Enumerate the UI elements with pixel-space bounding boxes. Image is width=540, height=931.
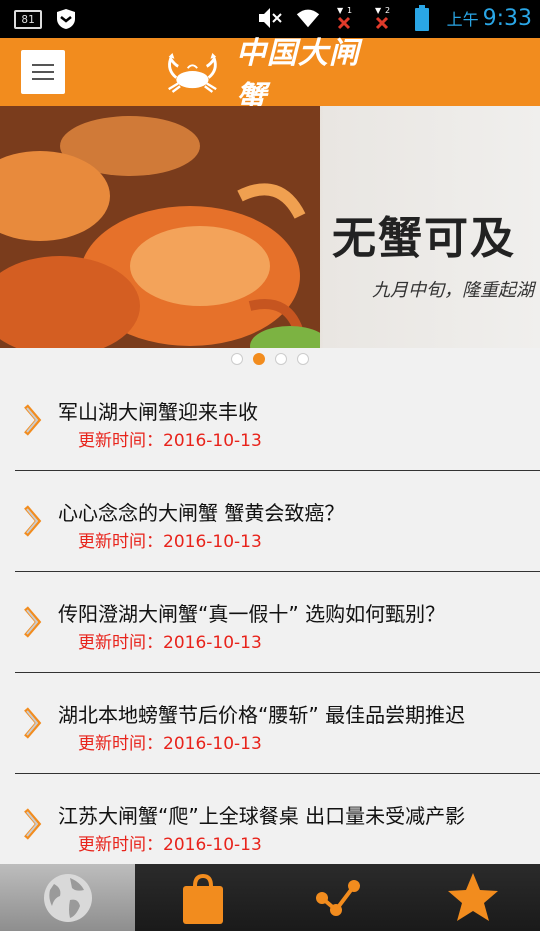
banner-pager — [0, 348, 540, 370]
svg-text:2: 2 — [385, 6, 390, 15]
app-logo: 中国大闸蟹 — [163, 36, 383, 115]
news-date: 更新时间：2016-10-13 — [78, 835, 262, 855]
hamburger-menu-line — [32, 78, 54, 80]
chevron-right-icon — [24, 404, 42, 436]
news-date: 更新时间：2016-10-13 — [78, 431, 262, 451]
news-list: 军山湖大闸蟹迎来丰收 更新时间：2016-10-13 心心念念的大闸蟹 蟹黄会致… — [0, 370, 540, 875]
hero-banner[interactable]: 无蟹可及 九月中旬，隆重起湖 — [0, 106, 540, 348]
app-header: 中国大闸蟹 — [0, 36, 540, 115]
chevron-right-icon — [24, 808, 42, 840]
news-item[interactable]: 传阳澄湖大闸蟹“真一假十” 选购如何甄别？ 更新时间：2016-10-13 — [0, 572, 540, 673]
svg-text:▼: ▼ — [337, 6, 344, 15]
news-date: 更新时间：2016-10-13 — [78, 734, 262, 754]
battery-icon — [414, 5, 429, 31]
globe-icon — [43, 873, 92, 922]
news-title: 军山湖大闸蟹迎来丰收 — [58, 400, 258, 424]
news-title: 传阳澄湖大闸蟹“真一假十” 选购如何甄别？ — [58, 602, 446, 626]
pager-dot-active[interactable] — [253, 353, 265, 365]
banner-subline: 九月中旬，隆重起湖 — [372, 280, 534, 301]
news-title: 江苏大闸蟹“爬”上全球餐桌 出口量未受减产影 — [58, 804, 466, 828]
hamburger-menu-line — [32, 71, 54, 73]
logo-text: 中国大闸蟹 — [235, 36, 360, 115]
news-date: 更新时间：2016-10-13 — [78, 633, 262, 653]
clock-ampm: 上午 — [446, 9, 479, 29]
svg-text:▼: ▼ — [375, 6, 382, 15]
star-icon — [447, 872, 498, 921]
tab-shop[interactable] — [135, 864, 270, 931]
shopping-bag-icon — [182, 873, 223, 924]
news-title: 湖北本地螃蟹节后价格“腰斩” 最佳品尝期推迟 — [58, 703, 466, 727]
news-item[interactable]: 湖北本地螃蟹节后价格“腰斩” 最佳品尝期推迟 更新时间：2016-10-13 — [0, 673, 540, 774]
news-title: 心心念念的大闸蟹 蟹黄会致癌？ — [58, 501, 345, 525]
news-item[interactable]: 江苏大闸蟹“爬”上全球餐桌 出口量未受减产影 更新时间：2016-10-13 — [0, 774, 540, 875]
notification-count-badge: 81 — [14, 9, 42, 29]
pager-dot[interactable] — [297, 353, 309, 365]
clock-time: 9:33 — [482, 5, 532, 31]
chevron-right-icon — [24, 707, 42, 739]
crab-photo — [0, 106, 320, 348]
menu-button[interactable] — [21, 50, 65, 94]
tab-home[interactable] — [0, 864, 135, 931]
pager-dot[interactable] — [231, 353, 243, 365]
bottom-tab-bar — [0, 864, 540, 931]
crab-logo-icon — [168, 53, 217, 93]
news-date: 更新时间：2016-10-13 — [78, 532, 262, 552]
banner-headline: 无蟹可及 — [332, 213, 516, 264]
news-item[interactable]: 军山湖大闸蟹迎来丰收 更新时间：2016-10-13 — [0, 370, 540, 471]
hamburger-menu-icon — [32, 64, 54, 66]
chevron-right-icon — [24, 606, 42, 638]
shield-icon — [57, 9, 75, 29]
pager-dot[interactable] — [275, 353, 287, 365]
tab-favorites[interactable] — [405, 864, 540, 931]
share-icon — [315, 879, 360, 916]
chevron-right-icon — [24, 505, 42, 537]
svg-text:1: 1 — [347, 6, 352, 15]
tab-share[interactable] — [270, 864, 405, 931]
news-item[interactable]: 心心念念的大闸蟹 蟹黄会致癌？ 更新时间：2016-10-13 — [0, 471, 540, 572]
